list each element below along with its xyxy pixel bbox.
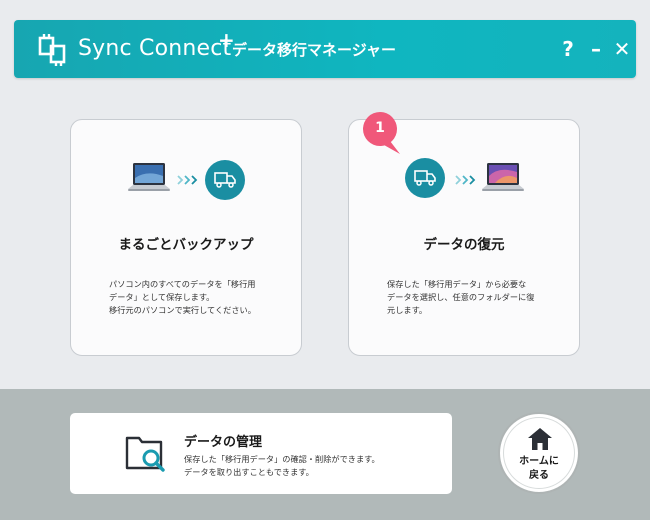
home-icon <box>528 428 552 450</box>
minimize-button[interactable]: – <box>584 36 608 62</box>
data-management-description: 保存した「移行用データ」の確認・削除ができます。 データを取り出すこともできます… <box>184 454 380 477</box>
arrows-icon <box>177 175 198 185</box>
data-management-button[interactable]: データの管理 保存した「移行用データ」の確認・削除ができます。 データを取り出す… <box>70 413 452 494</box>
app-subtitle: データ移行マネージャー <box>232 41 396 59</box>
close-button[interactable]: ✕ <box>610 36 634 62</box>
arrows-icon <box>455 175 476 185</box>
truck-icon <box>405 158 445 198</box>
restore-card-title: データの復元 <box>423 237 505 253</box>
help-button[interactable]: ? <box>556 36 580 62</box>
laptop-icon <box>482 163 524 191</box>
restore-card-description: 保存した「移行用データ」から必要な データを選択し、任意のフォルダーに復 元しま… <box>387 279 535 315</box>
truck-icon <box>205 160 245 200</box>
backup-card-title: まるごとバックアップ <box>118 237 254 253</box>
folder-search-icon <box>125 436 165 472</box>
backup-card[interactable]: まるごとバックアップ パソコン内のすべてのデータを「移行用 データ」として保存し… <box>70 119 302 356</box>
app-name: Sync Connect <box>78 36 232 61</box>
laptop-icon <box>128 163 170 191</box>
home-button-label: ホームに 戻る <box>519 456 559 481</box>
step-badge-number: 1 <box>375 120 385 136</box>
home-button[interactable]: ホームに 戻る <box>498 412 580 494</box>
data-management-title: データの管理 <box>184 435 263 450</box>
sync-connect-logo-icon <box>38 34 66 66</box>
title-bar: Sync Connect + データ移行マネージャー ? – ✕ <box>14 20 636 78</box>
backup-card-description: パソコン内のすべてのデータを「移行用 データ」として保存します。 移行元のパソコ… <box>109 279 256 315</box>
